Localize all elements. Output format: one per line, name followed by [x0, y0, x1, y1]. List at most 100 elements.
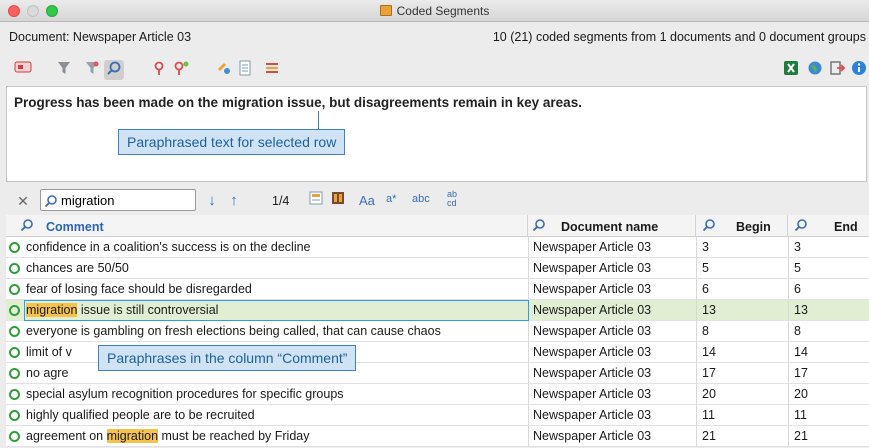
column-header-comment[interactable]: Comment	[6, 215, 528, 237]
search-toggle-icon[interactable]	[104, 60, 124, 80]
document-cell: Newspaper Article 03	[533, 324, 652, 338]
search-bar: ✕ ↓ ↑ 1/4 Aa a* abc ab cd	[0, 187, 869, 215]
document-label: Document: Newspaper Article 03	[9, 30, 192, 44]
replace-button[interactable]: ab cd	[447, 190, 465, 208]
begin-header-label: Begin	[736, 220, 771, 234]
comment-cell: special asylum recognition procedures fo…	[26, 387, 344, 401]
table-row[interactable]: everyone is gambling on fresh elections …	[6, 321, 869, 342]
code-circle-icon	[9, 410, 20, 421]
window-title-text: Coded Segments	[396, 4, 490, 18]
comment-header-label: Comment	[46, 220, 104, 234]
column-header-begin[interactable]: Begin	[696, 215, 788, 237]
end-cell: 8	[794, 324, 801, 338]
whole-word-button[interactable]: abc	[412, 193, 430, 205]
column-header-end[interactable]: End	[788, 215, 869, 237]
code-circle-icon	[9, 305, 20, 316]
info-icon[interactable]	[849, 60, 869, 80]
title-bar: Coded Segments	[0, 0, 869, 22]
end-header-label: End	[834, 220, 858, 234]
begin-cell: 3	[702, 240, 709, 254]
code-icon[interactable]	[149, 60, 169, 80]
end-cell: 14	[794, 345, 808, 359]
search-icon	[44, 195, 57, 208]
close-search-icon[interactable]: ✕	[13, 191, 33, 211]
table-row[interactable]: fear of losing face should be disregarde…	[6, 279, 869, 300]
begin-cell: 5	[702, 261, 709, 275]
document-header-label: Document name	[561, 220, 659, 234]
segments-summary: 10 (21) coded segments from 1 documents …	[492, 30, 866, 44]
table-row[interactable]: highly qualified people are to be recrui…	[6, 405, 869, 426]
column-header-document[interactable]: Document name	[528, 215, 696, 237]
filter-color-icon[interactable]	[82, 60, 102, 80]
document-icon[interactable]	[235, 60, 255, 80]
filter-icon[interactable]	[54, 60, 74, 80]
table-row-selected[interactable]: migration issue is still controversial N…	[6, 300, 869, 321]
table-row[interactable]: special asylum recognition procedures fo…	[6, 384, 869, 405]
search-all-columns-icon[interactable]	[328, 191, 348, 211]
begin-cell: 14	[702, 345, 716, 359]
begin-cell: 17	[702, 366, 716, 380]
comment-cell-text: agreement on	[26, 429, 107, 443]
table-row[interactable]: agreement on migration must be reached b…	[6, 426, 869, 447]
code-circle-icon	[9, 263, 20, 274]
search-column-icon[interactable]	[306, 191, 326, 211]
comment-cell: fear of losing face should be disregarde…	[26, 282, 252, 296]
callout-top-pointer	[318, 111, 319, 129]
comment-cell: confidence in a coalition's success is o…	[26, 240, 311, 254]
end-cell: 20	[794, 387, 808, 401]
search-icon	[532, 219, 545, 232]
match-case-button[interactable]: Aa	[359, 193, 375, 208]
wildcard-button[interactable]: a*	[386, 193, 396, 205]
document-cell: Newspaper Article 03	[533, 345, 652, 359]
paraphrase-icon[interactable]	[214, 60, 234, 80]
web-export-icon[interactable]	[805, 60, 825, 80]
document-cell: Newspaper Article 03	[533, 261, 652, 275]
search-icon	[702, 219, 715, 232]
document-cell: Newspaper Article 03	[533, 408, 652, 422]
begin-cell: 8	[702, 324, 709, 338]
export-icon[interactable]	[827, 60, 847, 80]
previous-match-icon[interactable]: ↑	[224, 191, 244, 211]
table-header: Comment Document name Begin End	[6, 215, 869, 237]
table-row[interactable]: chances are 50/50 Newspaper Article 03 5…	[6, 258, 869, 279]
code-circle-icon	[9, 389, 20, 400]
table-row[interactable]: confidence in a coalition's success is o…	[6, 237, 869, 258]
begin-cell: 11	[702, 408, 715, 422]
code-circle-icon	[9, 326, 20, 337]
search-icon	[20, 219, 33, 232]
document-cell: Newspaper Article 03	[533, 429, 652, 443]
comment-cell-text: issue is still controversial	[77, 303, 219, 317]
end-cell: 21	[794, 429, 808, 443]
search-icon	[794, 219, 807, 232]
show-doc-icon[interactable]	[13, 60, 33, 80]
document-cell: Newspaper Article 03	[533, 303, 652, 317]
comment-cell: migration issue is still controversial	[26, 300, 524, 321]
end-cell: 3	[794, 240, 801, 254]
end-cell: 13	[794, 303, 808, 317]
excel-export-icon[interactable]	[781, 60, 801, 80]
end-cell: 11	[794, 408, 807, 422]
toolbar	[0, 58, 869, 84]
code-colors-icon[interactable]	[172, 60, 192, 80]
window-title: Coded Segments	[0, 4, 869, 18]
document-cell: Newspaper Article 03	[533, 240, 652, 254]
search-highlight: migration	[26, 303, 78, 317]
document-cell: Newspaper Article 03	[533, 387, 652, 401]
begin-cell: 20	[702, 387, 716, 401]
search-input[interactable]	[40, 189, 196, 211]
end-cell: 17	[794, 366, 808, 380]
comment-cell: chances are 50/50	[26, 261, 129, 275]
paraphrase-preview-text: Progress has been made on the migration …	[14, 95, 582, 110]
begin-cell: 21	[702, 429, 716, 443]
code-circle-icon	[9, 242, 20, 253]
summary-icon[interactable]	[262, 60, 282, 80]
begin-cell: 6	[702, 282, 709, 296]
code-circle-icon	[9, 284, 20, 295]
search-highlight: migration	[106, 429, 159, 443]
coded-segments-icon	[379, 5, 392, 16]
document-cell: Newspaper Article 03	[533, 282, 652, 296]
callout-bottom: Paraphrases in the column “Comment”	[98, 345, 357, 371]
next-match-icon[interactable]: ↓	[202, 191, 222, 211]
document-cell: Newspaper Article 03	[533, 366, 652, 380]
comment-cell: highly qualified people are to be recrui…	[26, 408, 255, 422]
